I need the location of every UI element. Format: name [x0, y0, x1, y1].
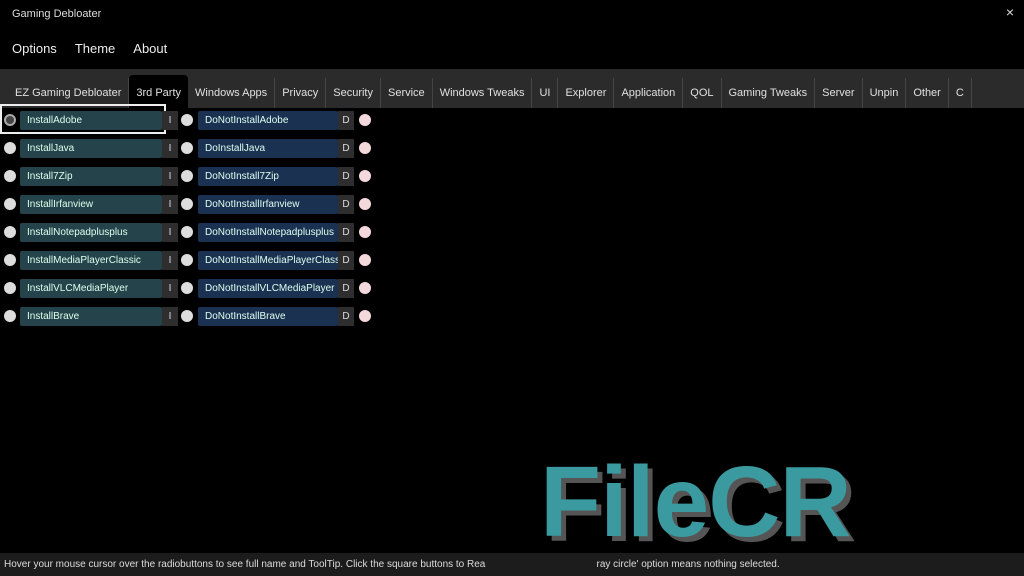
- donot-radio-left[interactable]: [181, 226, 193, 238]
- donot-radio[interactable]: [359, 226, 371, 238]
- close-button[interactable]: ×: [1006, 4, 1014, 20]
- donot-install-label[interactable]: DoNotInstallAdobe: [198, 111, 338, 130]
- tab-ui[interactable]: UI: [532, 78, 559, 108]
- menu-theme[interactable]: Theme: [75, 41, 115, 56]
- tab-security[interactable]: Security: [326, 78, 381, 108]
- install-square-button[interactable]: I: [162, 111, 178, 130]
- tab-qol[interactable]: QOL: [683, 78, 722, 108]
- tab-privacy[interactable]: Privacy: [275, 78, 327, 108]
- donot-radio-left[interactable]: [181, 170, 193, 182]
- donot-install-label[interactable]: DoInstallJava: [198, 139, 338, 158]
- donot-radio-left[interactable]: [181, 198, 193, 210]
- watermark-logo: FileCR: [540, 446, 852, 558]
- donot-install-label[interactable]: DoNotInstallBrave: [198, 307, 338, 326]
- donot-radio[interactable]: [359, 198, 371, 210]
- tab-windows-tweaks[interactable]: Windows Tweaks: [433, 78, 533, 108]
- donot-radio[interactable]: [359, 254, 371, 266]
- donot-install-label[interactable]: DoNotInstallMediaPlayerClassic: [198, 251, 338, 270]
- install-label[interactable]: InstallIrfanview: [20, 195, 162, 214]
- install-label[interactable]: InstallJava: [20, 139, 162, 158]
- menu-bar: Options Theme About: [12, 41, 167, 56]
- install-radio[interactable]: [4, 310, 16, 322]
- install-label[interactable]: Install7Zip: [20, 167, 162, 186]
- install-square-button[interactable]: I: [162, 167, 178, 186]
- donot-square-button[interactable]: D: [338, 167, 354, 186]
- install-square-button[interactable]: I: [162, 195, 178, 214]
- tab-explorer[interactable]: Explorer: [558, 78, 615, 108]
- install-radio[interactable]: [4, 226, 16, 238]
- donot-square-button[interactable]: D: [338, 279, 354, 298]
- donot-square-button[interactable]: D: [338, 223, 354, 242]
- install-radio[interactable]: [4, 282, 16, 294]
- donot-install-label[interactable]: DoNotInstallIrfanview: [198, 195, 338, 214]
- tab-windows-apps[interactable]: Windows Apps: [188, 78, 276, 108]
- donot-radio-left[interactable]: [181, 254, 193, 266]
- donot-square-button[interactable]: D: [338, 195, 354, 214]
- list-item: InstallNotepadplusplus I DoNotInstallNot…: [0, 222, 380, 250]
- tab-other[interactable]: Other: [906, 78, 949, 108]
- donot-square-button[interactable]: D: [338, 251, 354, 270]
- install-square-button[interactable]: I: [162, 307, 178, 326]
- donot-radio[interactable]: [359, 170, 371, 182]
- install-label[interactable]: InstallAdobe: [20, 111, 162, 130]
- install-radio[interactable]: [4, 142, 16, 154]
- tab-server[interactable]: Server: [815, 78, 863, 108]
- menu-about[interactable]: About: [133, 41, 167, 56]
- install-radio[interactable]: [4, 198, 16, 210]
- list-item: InstallVLCMediaPlayer I DoNotInstallVLCM…: [0, 278, 380, 306]
- donot-radio-left[interactable]: [181, 142, 193, 154]
- donot-square-button[interactable]: D: [338, 139, 354, 158]
- install-square-button[interactable]: I: [162, 223, 178, 242]
- menu-options[interactable]: Options: [12, 41, 57, 56]
- donot-radio-left[interactable]: [181, 310, 193, 322]
- tab-application[interactable]: Application: [614, 78, 684, 108]
- window-title: Gaming Debloater: [12, 8, 102, 20]
- donot-radio-left[interactable]: [181, 114, 193, 126]
- install-square-button[interactable]: I: [162, 251, 178, 270]
- install-label[interactable]: InstallVLCMediaPlayer: [20, 279, 162, 298]
- list-item: InstallBrave I DoNotInstallBrave D: [0, 306, 380, 334]
- install-label[interactable]: InstallNotepadplusplus: [20, 223, 162, 242]
- donot-install-label[interactable]: DoNotInstallNotepadplusplus: [198, 223, 338, 242]
- tab-unpin[interactable]: Unpin: [863, 78, 907, 108]
- status-bar: Hover your mouse cursor over the radiobu…: [0, 553, 1024, 576]
- list-item: InstallAdobe I DoNotInstallAdobe D: [0, 110, 380, 138]
- donot-radio[interactable]: [359, 282, 371, 294]
- donot-install-label[interactable]: DoNotInstallVLCMediaPlayer: [198, 279, 338, 298]
- donot-square-button[interactable]: D: [338, 111, 354, 130]
- options-list: InstallAdobe I DoNotInstallAdobe D Insta…: [0, 110, 380, 334]
- list-item: InstallMediaPlayerClassic I DoNotInstall…: [0, 250, 380, 278]
- tab-c[interactable]: C: [949, 78, 972, 108]
- donot-radio[interactable]: [359, 310, 371, 322]
- tab-service[interactable]: Service: [381, 78, 433, 108]
- list-item: InstallIrfanview I DoNotInstallIrfanview…: [0, 194, 380, 222]
- install-label[interactable]: InstallBrave: [20, 307, 162, 326]
- install-radio[interactable]: [4, 114, 16, 126]
- donot-radio[interactable]: [359, 142, 371, 154]
- list-item: InstallJava I DoInstallJava D: [0, 138, 380, 166]
- install-label[interactable]: InstallMediaPlayerClassic: [20, 251, 162, 270]
- tab-bar: EZ Gaming Debloater 3rd Party Windows Apps…: [0, 69, 1024, 108]
- install-radio[interactable]: [4, 254, 16, 266]
- donot-square-button[interactable]: D: [338, 307, 354, 326]
- list-item: Install7Zip I DoNotInstall7Zip D: [0, 166, 380, 194]
- install-square-button[interactable]: I: [162, 139, 178, 158]
- install-square-button[interactable]: I: [162, 279, 178, 298]
- install-radio[interactable]: [4, 170, 16, 182]
- donot-radio[interactable]: [359, 114, 371, 126]
- tab-gaming-tweaks[interactable]: Gaming Tweaks: [722, 78, 816, 108]
- donot-radio-left[interactable]: [181, 282, 193, 294]
- donot-install-label[interactable]: DoNotInstall7Zip: [198, 167, 338, 186]
